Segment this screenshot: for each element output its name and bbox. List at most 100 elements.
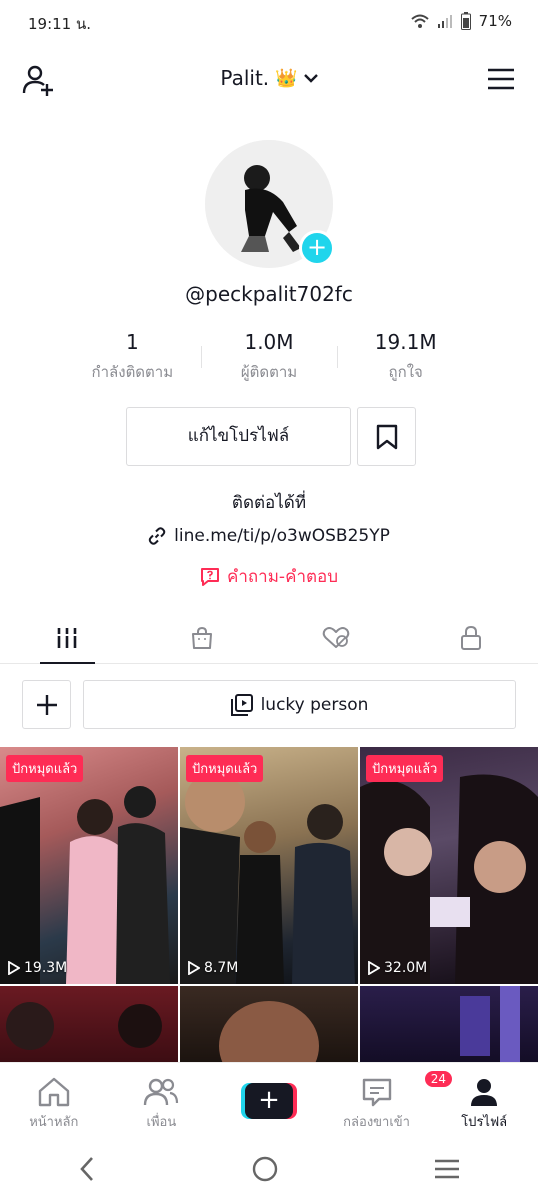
tab-liked[interactable] — [269, 612, 404, 663]
profile-handle: @peckpalit702fc — [185, 282, 353, 306]
battery-icon — [460, 12, 471, 30]
view-count-text: 8.7M — [204, 960, 239, 976]
crown-emoji: 👑 — [275, 67, 298, 89]
create-button[interactable]: + — [240, 1083, 297, 1119]
bottom-nav: หน้าหลัก เพื่อน + กล่องขาเข้า 24 โปรไฟล์ — [0, 1062, 538, 1142]
hamburger-icon — [488, 68, 514, 90]
grid-icon — [57, 627, 78, 648]
profile-icon — [471, 1079, 498, 1106]
bio-text: ติดต่อได้ที่ — [231, 493, 307, 513]
followers-stat[interactable]: 1.0M ผู้ติดตาม — [200, 330, 338, 390]
home-icon — [38, 1077, 69, 1107]
pinned-badge: ปักหมุดแล้ว — [186, 755, 264, 782]
pinned-badge: ปักหมุดแล้ว — [366, 755, 444, 782]
qa-label: คำถาม-คำตอบ — [226, 567, 339, 587]
add-story-button[interactable]: + — [299, 230, 335, 266]
play-icon — [188, 961, 200, 975]
playlist-row: lucky person — [22, 680, 516, 729]
inbox-icon — [362, 1078, 391, 1107]
chevron-down-icon — [303, 74, 318, 83]
tab-videos[interactable] — [0, 612, 135, 664]
bio-link-text: line.me/ti/p/o3wOSB25YP — [174, 526, 390, 546]
profile-top-bar: Palit. 👑 — [0, 52, 538, 108]
link-icon — [148, 527, 166, 545]
playlist-icon — [230, 693, 253, 716]
video-thumbnail — [360, 774, 538, 984]
nav-home-label: หน้าหลัก — [29, 1115, 79, 1130]
video-tile[interactable] — [0, 986, 178, 1066]
liked-hidden-icon — [322, 626, 350, 648]
nav-inbox-label: กล่องขาเข้า — [343, 1115, 410, 1130]
account-switcher[interactable]: Palit. 👑 — [0, 66, 538, 90]
nav-home[interactable]: หน้าหลัก — [0, 1063, 108, 1142]
status-time: 19:11 น. — [28, 15, 92, 33]
account-name: Palit. — [220, 66, 270, 90]
nav-inbox[interactable]: กล่องขาเข้า 24 — [323, 1063, 455, 1142]
bookmark-icon — [376, 424, 397, 449]
video-tile[interactable]: ปักหมุดแล้ว 8.7M — [180, 747, 358, 984]
likes-count: 19.1M — [374, 330, 437, 354]
plus-icon: + — [244, 1083, 293, 1119]
status-bar: 19:11 น. 71% — [0, 0, 538, 44]
favorites-button[interactable] — [357, 407, 416, 466]
plus-icon — [36, 694, 57, 715]
nav-friends[interactable]: เพื่อน — [108, 1063, 216, 1142]
circle-home-icon — [252, 1156, 278, 1182]
video-thumbnail — [6, 1002, 162, 1050]
following-count: 1 — [125, 330, 139, 354]
edit-profile-button[interactable]: แก้ไขโปรไฟล์ — [126, 407, 351, 466]
playlist-lucky-person[interactable]: lucky person — [83, 680, 516, 729]
view-count: 19.3M — [8, 960, 67, 976]
profile-avatar[interactable]: + — [205, 140, 335, 268]
profile-stats: 1 กำลังติดตาม 1.0M ผู้ติดตาม 19.1M ถูกใจ — [64, 330, 474, 390]
battery-percent: 71% — [478, 12, 512, 30]
video-tile[interactable]: ปักหมุดแล้ว 32.0M — [360, 747, 538, 984]
tab-private[interactable] — [404, 612, 538, 663]
view-count-text: 19.3M — [24, 960, 68, 976]
profile-tabs — [0, 612, 538, 664]
tab-shop[interactable] — [135, 612, 270, 663]
play-icon — [368, 961, 380, 975]
nav-profile-label: โปรไฟล์ — [461, 1115, 508, 1130]
recents-icon — [435, 1159, 459, 1179]
video-tile[interactable] — [360, 986, 538, 1066]
signal-icon — [437, 15, 452, 28]
system-nav-bar — [0, 1142, 538, 1200]
qa-link[interactable]: คำถาม-คำตอบ — [0, 563, 538, 590]
friends-icon — [144, 1078, 179, 1106]
play-icon — [8, 961, 20, 975]
status-icons: 71% — [410, 12, 512, 30]
back-chevron-icon — [80, 1157, 93, 1181]
nav-friends-label: เพื่อน — [146, 1115, 177, 1130]
home-system-button[interactable] — [251, 1155, 279, 1187]
nav-profile[interactable]: โปรไฟล์ — [430, 1063, 538, 1142]
pinned-badge: ปักหมุดแล้ว — [6, 755, 84, 782]
video-thumbnail — [219, 1001, 319, 1066]
view-count-text: 32.0M — [384, 960, 428, 976]
add-playlist-button[interactable] — [22, 680, 71, 729]
video-tile[interactable] — [180, 986, 358, 1066]
bio-link[interactable]: line.me/ti/p/o3wOSB25YP — [0, 526, 538, 546]
wifi-icon — [410, 14, 429, 28]
following-stat[interactable]: 1 กำลังติดตาม — [64, 330, 201, 390]
view-count: 8.7M — [188, 960, 238, 976]
recents-button[interactable] — [433, 1158, 461, 1184]
following-label: กำลังติดตาม — [91, 363, 174, 381]
qa-icon — [200, 567, 219, 586]
nav-create[interactable]: + — [215, 1063, 323, 1142]
video-tile[interactable]: ปักหมุดแล้ว 19.3M — [0, 747, 178, 984]
likes-label: ถูกใจ — [388, 363, 423, 381]
followers-label: ผู้ติดตาม — [240, 363, 298, 381]
view-count: 32.0M — [368, 960, 427, 976]
back-button[interactable] — [77, 1156, 97, 1186]
shopping-bag-icon — [191, 626, 212, 649]
video-grid: ปักหมุดแล้ว 19.3M ปักหมุดแล้ว 8.7M ปักหม… — [0, 747, 538, 1066]
video-thumbnail — [0, 786, 170, 984]
likes-stat[interactable]: 19.1M ถูกใจ — [337, 330, 474, 390]
video-thumbnail — [180, 772, 355, 984]
playlist-name: lucky person — [260, 694, 369, 715]
video-thumbnail — [460, 986, 520, 1066]
followers-count: 1.0M — [244, 330, 294, 354]
lock-icon — [460, 625, 481, 650]
menu-button[interactable] — [486, 64, 516, 94]
